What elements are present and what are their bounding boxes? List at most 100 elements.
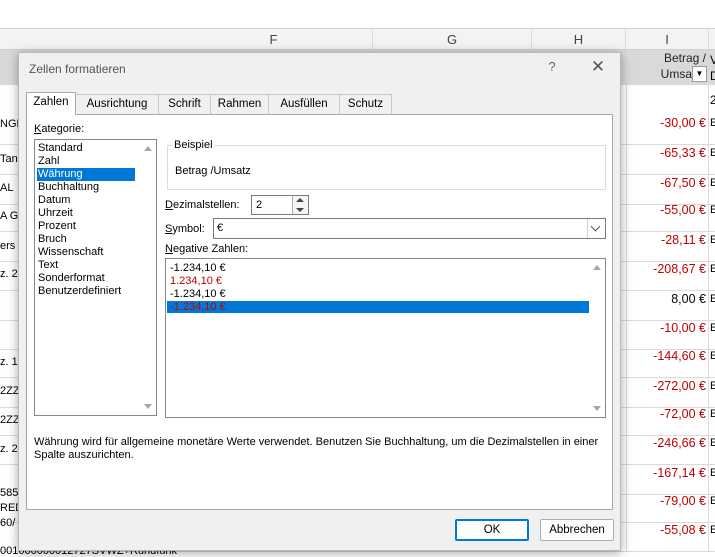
format-cells-dialog: Zellen formatieren ? ✕ Zahlen Ausrichtun… [18,52,621,551]
tab-panel-zahlen: Kategorie: Standard Zahl Währung Buchhaltun… [26,114,613,510]
category-item[interactable]: Sonderformat [37,272,135,285]
category-item[interactable]: Wissenschaft [37,246,135,259]
decimals-stepper[interactable]: 2 [251,195,309,215]
negative-format-option[interactable]: -1.234,10 € [167,301,589,313]
cell-text-fragment[interactable]: 585 [0,487,18,499]
cell-right-text[interactable]: E [710,204,715,216]
ok-button[interactable]: OK [455,519,529,541]
stepper-up-icon[interactable] [296,198,304,202]
stepper-buttons [292,196,308,214]
scroll-up-icon[interactable] [593,265,601,270]
cell-text-fragment[interactable]: 2ZZ [0,385,20,397]
cell-right-text[interactable]: E [710,350,715,362]
column-header-row: F G H I [0,29,715,50]
amount-cell[interactable]: -79,00 € [626,494,706,508]
cell-text-fragment[interactable]: ers [0,240,15,252]
cell-right-text[interactable]: E [710,437,715,449]
negative-format-option[interactable]: 1.234,10 € [167,275,589,287]
category-item[interactable]: Bruch [37,233,135,246]
category-item[interactable]: Prozent [37,220,135,233]
amount-cell[interactable]: -65,33 € [626,146,706,160]
negative-numbers-listbox[interactable]: -1.234,10 €1.234,10 € -1.234,10 € -1.234,1… [165,258,606,418]
amount-cell[interactable]: -30,00 € [626,116,706,130]
cancel-button[interactable]: Abbrechen [540,519,614,541]
sample-label: Beispiel [172,139,215,151]
column-header-h[interactable]: H [532,29,626,49]
chevron-down-icon [590,221,601,232]
filter-dropdown-icon[interactable]: ▼ [692,66,707,82]
cell-right-text[interactable]: E [710,322,715,334]
amount-cell[interactable]: -272,00 € [626,379,706,393]
negative-scrollbar[interactable] [589,259,605,417]
amount-cell[interactable]: -246,66 € [626,436,706,450]
category-item[interactable]: Währung [37,168,135,181]
header-cell-line-2: Umsa [660,67,692,81]
category-item[interactable]: Standard [37,142,135,155]
category-label: Kategorie: [34,123,85,135]
tab-ausfuellen[interactable]: Ausfüllen [268,94,340,114]
category-item[interactable]: Buchhaltung [37,181,135,194]
header-cell-line-1: Betrag / [663,51,706,65]
amount-cell[interactable]: -167,14 € [626,466,706,480]
negative-format-option[interactable]: -1.234,10 € [167,262,589,274]
decimals-label: Dezimalstellen: [165,199,240,211]
cell-text-fragment[interactable]: z. 2 [0,268,18,280]
column-header-i[interactable]: I [626,29,709,49]
amount-cell[interactable]: -55,00 € [626,203,706,217]
category-item[interactable]: Uhrzeit [37,207,135,220]
symbol-dropdown[interactable]: € [213,218,606,239]
cell-right-text[interactable]: E [710,380,715,392]
tab-schutz[interactable]: Schutz [339,94,392,114]
scroll-down-icon[interactable] [144,404,152,409]
cell-right-text[interactable]: E [710,177,715,189]
tab-zahlen[interactable]: Zahlen [26,92,76,115]
cell-text-fragment[interactable]: z. 1 [0,356,18,368]
amount-cell[interactable]: -28,11 € [626,233,706,247]
cell-right-text[interactable]: E [710,495,715,507]
cell-right-text[interactable]: E [710,293,715,305]
amount-cell[interactable]: 8,00 € [626,292,706,306]
dialog-titlebar[interactable]: Zellen formatieren ? ✕ [19,53,620,83]
amount-cell[interactable]: -55,08 € [626,523,706,537]
cell-text-fragment[interactable]: z. 2 [0,443,18,455]
grid-vline [708,50,709,552]
category-item[interactable]: Benutzerdefiniert [37,285,135,298]
amount-cell[interactable]: -208,67 € [626,262,706,276]
cell-right-text[interactable]: E [710,263,715,275]
tab-rahmen[interactable]: Rahmen [210,94,269,114]
cell-text-fragment[interactable]: AL [0,182,13,194]
stepper-down-icon[interactable] [296,208,304,212]
cell-right-text[interactable]: E [710,234,715,246]
amount-cell[interactable]: -72,00 € [626,407,706,421]
cell-right-text[interactable]: E [710,408,715,420]
tab-ausrichtung[interactable]: Ausrichtung [75,94,159,114]
cell-right-text[interactable]: E [710,524,715,536]
category-scrollbar[interactable] [140,140,156,415]
column-header-g[interactable]: G [373,29,532,49]
cell-text-fragment[interactable]: 60/ [0,517,15,529]
dropdown-arrow[interactable] [587,219,605,238]
cell-right-text[interactable]: E [710,467,715,479]
column-header-f[interactable]: F [175,29,373,49]
cell-text-fragment[interactable]: A G [0,210,18,222]
cell-text-fragment[interactable]: 2ZZ [0,414,20,426]
help-icon[interactable]: ? [543,59,561,77]
cell-right-text[interactable]: E [710,117,715,129]
tab-schrift[interactable]: Schrift [158,94,211,114]
category-item[interactable]: Zahl [37,155,135,168]
category-item[interactable]: Text [37,259,135,272]
amount-cell[interactable]: -10,00 € [626,321,706,335]
header-cell-right-2: D [710,69,715,83]
dialog-title: Zellen formatieren [29,62,126,76]
amount-cell[interactable]: -144,60 € [626,349,706,363]
negative-format-option[interactable]: -1.234,10 € [167,288,589,300]
amount-cell[interactable]: -67,50 € [626,176,706,190]
sample-groupbox: Beispiel Betrag /Umsatz [167,139,606,190]
scroll-down-icon[interactable] [593,406,601,411]
format-description: Währung wird für allgemeine monetäre Wer… [34,436,599,461]
category-item[interactable]: Datum [37,194,135,207]
category-listbox[interactable]: Standard Zahl Währung Buchhaltung Datum Uhrze… [34,139,157,416]
cell-right-text[interactable]: E [710,147,715,159]
close-icon[interactable]: ✕ [587,57,609,77]
scroll-up-icon[interactable] [144,146,152,151]
